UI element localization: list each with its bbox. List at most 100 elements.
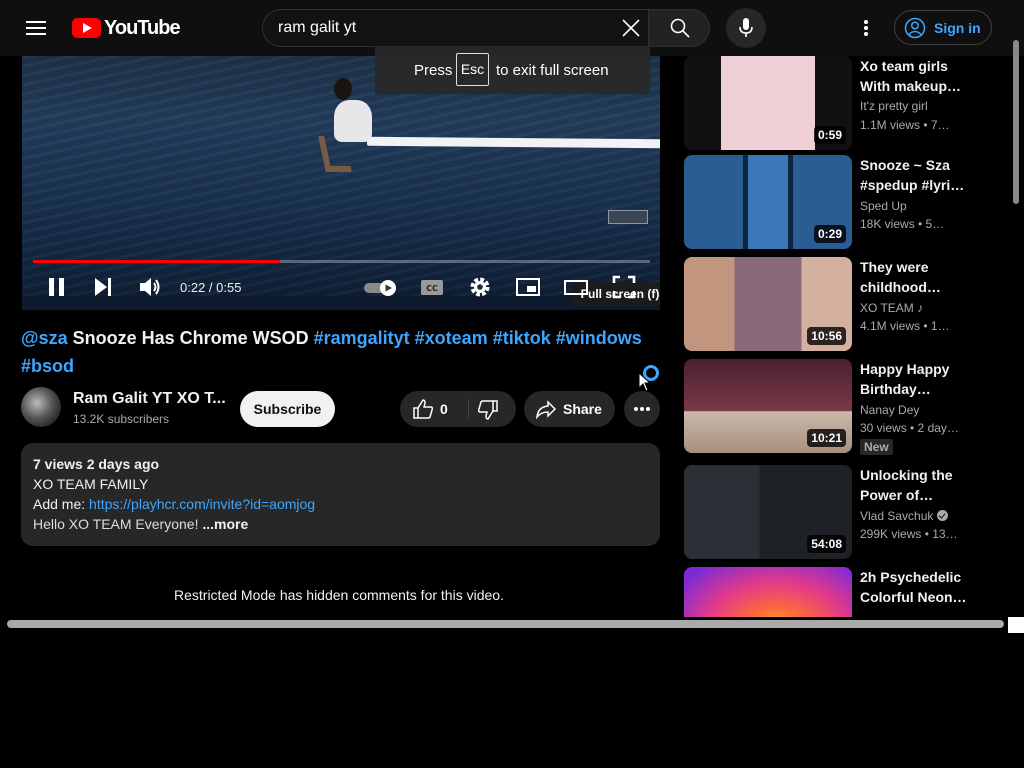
- progress-bar[interactable]: [33, 260, 650, 263]
- progress-bar-fill: [33, 260, 280, 263]
- recommendation-channel: Nanay Dey: [860, 403, 920, 417]
- description-hello: Hello XO TEAM Everyone!: [33, 516, 203, 532]
- recommendation-meta: 1.1M views • 7…: [860, 118, 950, 132]
- recommendation-meta: 299K views • 13…: [860, 527, 958, 541]
- recommendation-item[interactable]: 54:08 Unlocking the Power of… Vlad Savch…: [684, 465, 1014, 561]
- description-line-3: Hello XO TEAM Everyone! ...more: [33, 516, 248, 532]
- search-icon: [670, 18, 690, 38]
- duration-badge: 0:59: [813, 126, 846, 144]
- youtube-play-icon: [72, 18, 101, 38]
- like-divider: [468, 399, 469, 419]
- microphone-icon: [739, 18, 753, 37]
- recommendation-item[interactable]: 10:56 They were childhood… XO TEAM ♪ 4.1…: [684, 257, 1014, 353]
- share-icon: [536, 400, 557, 420]
- recommendation-item[interactable]: 0:29 Snooze ~ Sza #spedup #lyri… Sped Up…: [684, 155, 1014, 251]
- next-icon[interactable]: [90, 274, 116, 300]
- fullscreen-icon[interactable]: [611, 274, 637, 300]
- toast-suffix: to exit full screen: [496, 62, 609, 79]
- youtube-logo[interactable]: YouTube: [72, 17, 181, 39]
- description-invite-link[interactable]: https://playhcr.com/invite?id=aomjog: [89, 496, 315, 512]
- voice-search-button[interactable]: [726, 8, 766, 48]
- theater-mode-icon[interactable]: [563, 274, 589, 300]
- recommendation-title: Unlocking the Power of…: [860, 467, 953, 503]
- settings-kebab-icon[interactable]: [854, 14, 878, 42]
- title-text: Snooze Has Chrome WSOD: [67, 328, 314, 348]
- recommendation-title: 2h Psychedelic Colorful Neon…: [860, 569, 967, 605]
- recommendation-title: Xo team girls With makeup…: [860, 58, 961, 94]
- recommendation-thumbnail: 10:56: [684, 257, 852, 351]
- title-hashtags[interactable]: #ramgalityt #xoteam #tiktok #windows: [314, 328, 642, 348]
- description-stats: 7 views 2 days ago: [33, 456, 160, 472]
- channel-name-text: Vlad Savchuk: [860, 509, 934, 523]
- search-input[interactable]: [278, 19, 608, 37]
- pause-icon[interactable]: [44, 274, 70, 300]
- miniplayer-icon[interactable]: [515, 274, 541, 300]
- like-count: 0: [440, 401, 448, 417]
- search-box: [262, 9, 648, 47]
- recommendation-channel: Sped Up: [860, 199, 907, 213]
- settings-gear-icon[interactable]: [467, 274, 493, 300]
- music-note-icon: ♪: [917, 301, 924, 315]
- player-controls: 0:22 / 0:55 CC: [22, 268, 660, 306]
- recommendation-title: Happy Happy Birthday…: [860, 361, 950, 397]
- video-title: @sza Snooze Has Chrome WSOD #ramgalityt …: [21, 324, 661, 380]
- video-frame-thumbnail: [608, 210, 648, 224]
- time-display: 0:22 / 0:55: [180, 280, 242, 295]
- share-label: Share: [563, 401, 602, 417]
- recommendation-thumbnail: [684, 567, 852, 617]
- video-frame-figure-head: [334, 78, 352, 100]
- new-badge: New: [860, 439, 893, 455]
- verified-icon: [937, 510, 949, 521]
- channel-name-text: XO TEAM: [860, 301, 914, 315]
- like-icon[interactable]: [412, 398, 434, 420]
- video-player[interactable]: Full screen (f) 0:22 / 0:55 CC: [22, 56, 660, 310]
- recommendation-meta: 18K views • 5…: [860, 217, 945, 231]
- recommendation-item[interactable]: 10:21 Happy Happy Birthday… Nanay Dey 30…: [684, 359, 1014, 455]
- horizontal-scrollbar[interactable]: [7, 620, 1004, 628]
- search-button[interactable]: [648, 9, 710, 47]
- vertical-scrollbar[interactable]: [1013, 40, 1019, 204]
- recommendation-channel: Vlad Savchuk: [860, 509, 949, 523]
- share-button[interactable]: Share: [524, 391, 615, 427]
- recommendation-meta: 30 views • 2 day…: [860, 421, 959, 435]
- clear-search-icon[interactable]: [621, 18, 641, 38]
- channel-avatar[interactable]: [21, 387, 61, 427]
- description-line-1: XO TEAM FAMILY: [33, 476, 149, 492]
- subscribe-button[interactable]: Subscribe: [240, 391, 335, 427]
- volume-icon[interactable]: [137, 274, 163, 300]
- recommendation-item[interactable]: 2h Psychedelic Colorful Neon…: [684, 567, 1014, 617]
- menu-icon[interactable]: [20, 16, 52, 40]
- duration-badge: 10:56: [807, 327, 846, 345]
- svg-text:CC: CC: [426, 284, 438, 293]
- recommendation-thumbnail: 0:29: [684, 155, 852, 249]
- recommendation-channel: XO TEAM ♪: [860, 301, 923, 315]
- sign-in-button[interactable]: Sign in: [894, 10, 992, 45]
- title-hashtag-mention[interactable]: @sza: [21, 328, 68, 348]
- like-dislike-group: 0: [400, 391, 516, 427]
- dislike-icon[interactable]: [477, 399, 499, 421]
- channel-name[interactable]: Ram Galit YT XO T...: [73, 390, 226, 408]
- fullscreen-toast: Press Esc to exit full screen: [375, 46, 650, 94]
- subscriber-count: 13.2K subscribers: [73, 412, 170, 426]
- recommendation-item[interactable]: 0:59 Xo team girls With makeup… It'z pre…: [684, 56, 1014, 152]
- video-frame-figure: [334, 100, 372, 142]
- recommendation-meta: 4.1M views • 1…: [860, 319, 950, 333]
- duration-badge: 10:21: [807, 429, 846, 447]
- recommendation-title: They were childhood…: [860, 259, 941, 295]
- restricted-mode-notice: Restricted Mode has hidden comments for …: [174, 587, 504, 603]
- duration-badge: 0:29: [813, 225, 846, 243]
- recommendation-title: Snooze ~ Sza #spedup #lyri…: [860, 157, 965, 193]
- toast-esc-key: Esc: [456, 53, 489, 86]
- account-icon: [904, 17, 926, 39]
- recommendation-channel: It'z pretty girl: [860, 99, 928, 113]
- description-line-2: Add me: https://playhcr.com/invite?id=ao…: [33, 496, 315, 512]
- subtitles-icon[interactable]: CC: [419, 274, 445, 300]
- description-add-me: Add me:: [33, 496, 90, 512]
- sign-in-label: Sign in: [934, 20, 981, 36]
- more-actions-button[interactable]: [624, 391, 660, 427]
- duration-badge: 54:08: [807, 535, 846, 553]
- description-box[interactable]: 7 views 2 days ago XO TEAM FAMILY Add me…: [21, 443, 660, 546]
- autoplay-toggle[interactable]: [362, 274, 402, 300]
- description-more-link[interactable]: ...more: [202, 516, 248, 532]
- title-hashtag-bsod[interactable]: #bsod: [21, 356, 74, 376]
